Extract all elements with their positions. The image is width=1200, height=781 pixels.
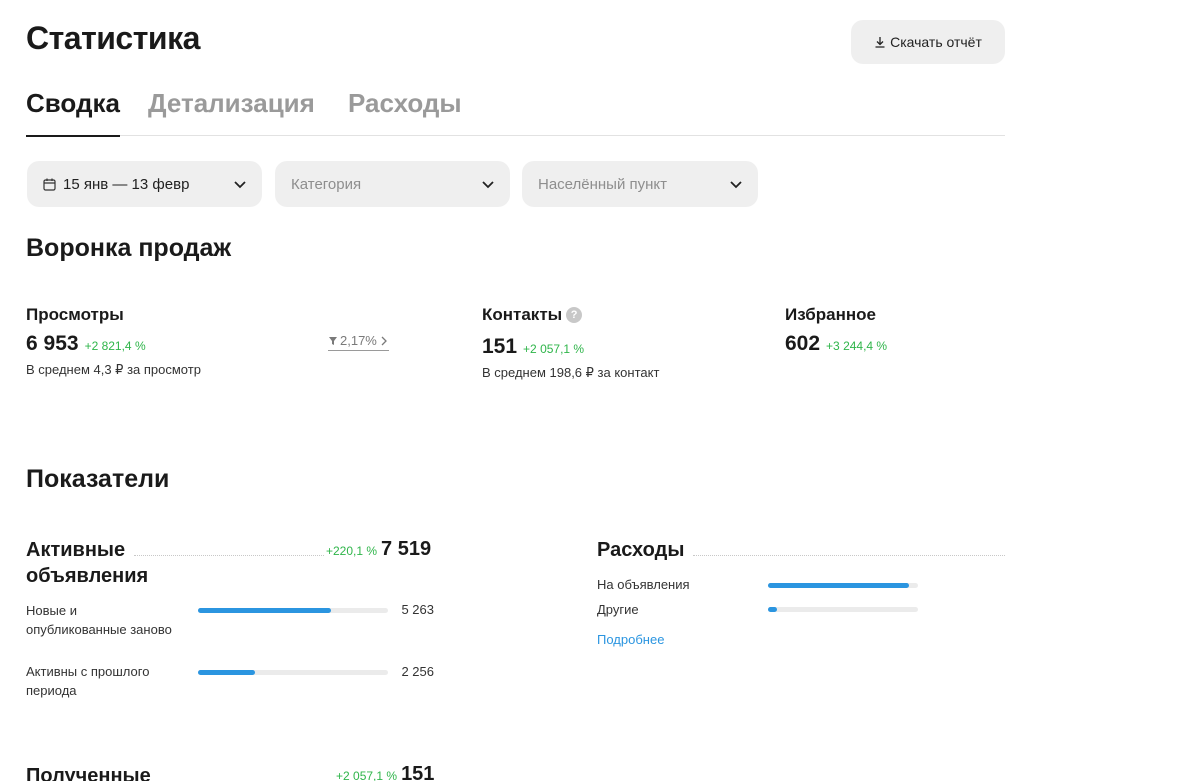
contacts-value-row: 151 +2 057,1 % (482, 335, 584, 359)
received-total-row: +2 057,1 % 151 (336, 763, 434, 781)
favorites-change: +3 244,4 % (826, 339, 888, 353)
active-row-value-previous: 2 256 (401, 664, 434, 679)
tab-summary[interactable]: Сводка (26, 88, 120, 137)
download-report-label: Скачать отчёт (890, 34, 982, 50)
bar-fill-new (198, 608, 331, 613)
views-average: В среднем 4,3 ₽ за просмотр (26, 362, 201, 377)
bar-fill-expenses-ads (768, 583, 909, 588)
active-listings-total: 7 519 (381, 538, 432, 560)
location-select[interactable]: Населённый пункт (522, 161, 758, 207)
bar-fill-previous (198, 670, 255, 675)
dotted-leader (134, 555, 324, 556)
chevron-right-icon (381, 336, 387, 345)
contacts-change: +2 057,1 % (523, 342, 585, 356)
active-row-label-new: Новые и опубликованные заново (26, 603, 172, 637)
dotted-leader (693, 555, 1005, 556)
views-value: 6 953 (26, 332, 79, 355)
active-listings-total-row: +220,1 % 7 519 (326, 538, 431, 561)
date-range-value: 15 янв — 13 февр (63, 175, 190, 193)
received-title: Полученные (26, 765, 151, 781)
calendar-icon (43, 178, 56, 191)
tab-bar: Сводка Детализация Расходы (26, 88, 1005, 137)
download-icon (875, 37, 885, 48)
expenses-title: Расходы (597, 539, 685, 561)
bar-new (198, 608, 388, 613)
views-value-row: 6 953 +2 821,4 % (26, 332, 146, 356)
favorites-value-row: 602 +3 244,4 % (785, 332, 887, 356)
contacts-average: В среднем 198,6 ₽ за контакт (482, 365, 660, 380)
location-placeholder: Населённый пункт (538, 175, 668, 193)
conversion-value: 2,17% (340, 333, 377, 348)
conversion-link[interactable]: 2,17% (328, 333, 389, 351)
chevron-down-icon (234, 181, 246, 189)
active-listings-title: Активные объявления (26, 539, 149, 587)
bar-expenses-other (768, 607, 918, 612)
contacts-label-row: Контакты? (482, 305, 583, 325)
favorites-label: Избранное (785, 305, 876, 324)
expenses-row-label-ads: На объявления (597, 577, 690, 592)
contacts-value: 151 (482, 335, 518, 358)
category-select[interactable]: Категория (275, 161, 510, 207)
active-listings-change: +220,1 % (326, 544, 378, 558)
category-placeholder: Категория (291, 175, 362, 193)
contacts-label: Контакты (482, 305, 563, 324)
views-label: Просмотры (26, 305, 124, 324)
chevron-down-icon (482, 181, 494, 189)
tab-expenses[interactable]: Расходы (348, 88, 462, 136)
indicators-title: Показатели (26, 465, 170, 493)
views-change: +2 821,4 % (84, 339, 146, 353)
page-title: Статистика (26, 20, 200, 56)
received-total: 151 (401, 763, 435, 781)
bar-previous (198, 670, 388, 675)
funnel-icon (329, 336, 337, 345)
chevron-down-icon (730, 181, 742, 189)
funnel-title: Воронка продаж (26, 234, 232, 262)
received-change: +2 057,1 % (336, 769, 398, 781)
tab-details[interactable]: Детализация (148, 88, 315, 136)
active-row-value-new: 5 263 (401, 602, 434, 617)
bar-fill-expenses-other (768, 607, 777, 612)
download-report-button[interactable]: Скачать отчёт (851, 20, 1005, 64)
expenses-row-label-other: Другие (597, 602, 639, 617)
bar-expenses-ads (768, 583, 918, 588)
active-row-label-previous: Активны с прошлого периода (26, 664, 150, 698)
help-icon[interactable]: ? (566, 307, 583, 323)
expenses-more-link[interactable]: Подробнее (597, 632, 664, 647)
date-range-select[interactable]: 15 янв — 13 февр (27, 161, 262, 207)
favorites-value: 602 (785, 332, 821, 355)
